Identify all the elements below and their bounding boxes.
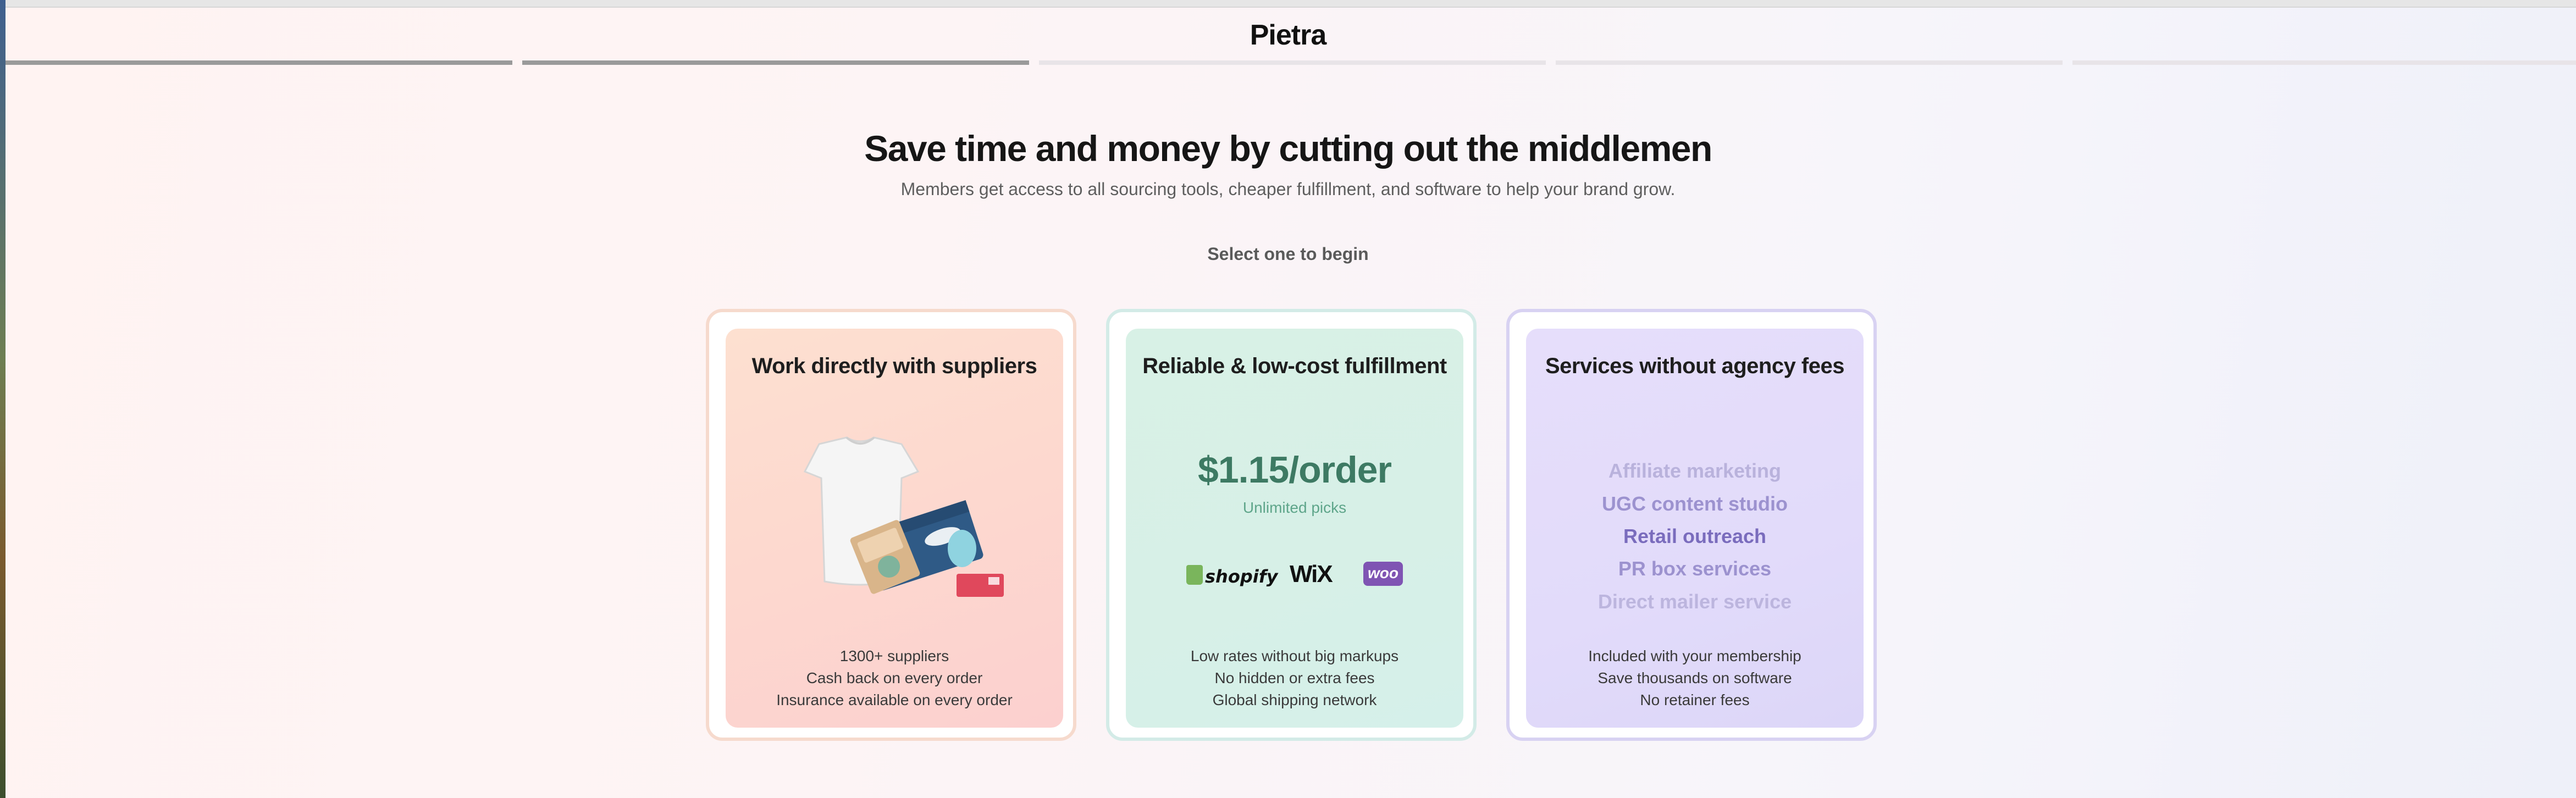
- service-item: UGC content studio: [1602, 492, 1788, 515]
- shopify-logo: shopify: [1186, 563, 1278, 589]
- feature-text: Cash back on every order: [806, 669, 983, 686]
- platform-logos: shopify WiX woo: [1126, 558, 1463, 591]
- price-note: Unlimited picks: [1242, 499, 1347, 516]
- fulfillment-price: $1.15/order: [1198, 449, 1392, 491]
- progress-segment: [2072, 60, 2576, 65]
- card-panel: Work directly with suppliers 1300+ suppl…: [726, 329, 1063, 728]
- card-panel: Reliable & low-cost fulfillment $1.15/or…: [1126, 329, 1463, 728]
- page-subtitle: Members get access to all sourcing tools…: [900, 179, 1676, 199]
- progress-segment: [5, 60, 512, 65]
- option-card-fulfillment[interactable]: Reliable & low-cost fulfillment $1.15/or…: [1106, 309, 1477, 741]
- card-title: Work directly with suppliers: [751, 354, 1037, 378]
- feature-text: Low rates without big markups: [1190, 647, 1399, 664]
- progress-segment: [522, 60, 1029, 65]
- wix-logo: WiX: [1290, 561, 1333, 588]
- service-item: Affiliate marketing: [1608, 459, 1782, 482]
- service-item: Direct mailer service: [1597, 590, 1792, 613]
- feature-text: No retainer fees: [1640, 691, 1750, 708]
- feature-text: Included with your membership: [1588, 647, 1801, 664]
- progress-segment: [1556, 60, 2063, 65]
- card-title: Reliable & low-cost fulfillment: [1142, 354, 1447, 378]
- feature-text: Save thousands on software: [1597, 669, 1792, 686]
- progress-segment: [1039, 60, 1546, 65]
- card-panel: Services without agency fees Affiliate m…: [1526, 329, 1864, 728]
- feature-text: 1300+ suppliers: [839, 647, 949, 664]
- shopify-wordmark: shopify: [1205, 566, 1278, 587]
- option-card-services[interactable]: Services without agency fees Affiliate m…: [1506, 309, 1877, 741]
- brand-logo: Pietra: [1250, 19, 1327, 51]
- shopify-bag-icon: [1186, 565, 1203, 585]
- select-prompt: Select one to begin: [1207, 244, 1369, 264]
- window-top-bar: [5, 0, 2576, 8]
- woocommerce-logo: woo: [1363, 562, 1403, 586]
- service-item: Retail outreach: [1623, 525, 1767, 547]
- feature-text: Global shipping network: [1212, 691, 1377, 708]
- product-samples-illustration: [803, 436, 1004, 597]
- onboarding-progress: [5, 60, 2576, 66]
- desktop-wallpaper-strip: [0, 0, 5, 798]
- service-item: PR box services: [1618, 557, 1772, 580]
- feature-text: No hidden or extra fees: [1214, 669, 1375, 686]
- option-card-suppliers[interactable]: Work directly with suppliers 1300+ suppl…: [706, 309, 1076, 741]
- page-title: Save time and money by cutting out the m…: [864, 128, 1712, 169]
- card-title: Services without agency fees: [1545, 354, 1845, 378]
- feature-text: Insurance available on every order: [776, 691, 1013, 708]
